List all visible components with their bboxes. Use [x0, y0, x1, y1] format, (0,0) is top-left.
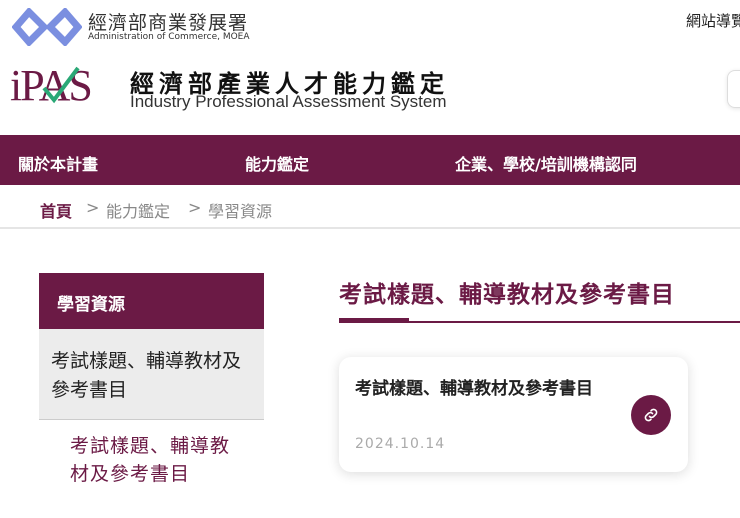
card-title[interactable]: 考試樣題、輔導教材及參考書目	[355, 376, 615, 403]
nav-about[interactable]: 關於本計畫	[18, 151, 98, 175]
link-button[interactable]	[631, 395, 671, 435]
sidebar-subitem[interactable]: 考試樣題、輔導教材及參考書目	[70, 432, 240, 488]
breadcrumb-separator: >	[188, 198, 202, 217]
check-icon	[42, 66, 80, 104]
nav-endorsement[interactable]: 企業、學校/培訓機構認同	[455, 151, 637, 175]
system-subtitle: Industry Professional Assessment System	[130, 92, 447, 111]
card-date: 2024.10.14	[355, 436, 446, 452]
breadcrumb-assessment[interactable]: 能力鑑定	[106, 198, 170, 222]
breadcrumb-separator: >	[86, 198, 100, 217]
breadcrumb: 首頁 > 能力鑑定 > 學習資源	[0, 185, 740, 229]
breadcrumb-home[interactable]: 首頁	[40, 198, 72, 222]
sidebar-item[interactable]: 考試樣題、輔導教材及參考書目	[39, 329, 264, 420]
page-title: 考試樣題、輔導教材及參考書目	[339, 282, 675, 308]
breadcrumb-current: 學習資源	[208, 202, 273, 221]
sidebar-heading: 學習資源	[39, 273, 264, 329]
title-accent	[339, 318, 409, 323]
nav-assessment[interactable]: 能力鑑定	[245, 151, 309, 175]
main-nav: 關於本計畫 能力鑑定 企業、學校/培訓機構認同	[0, 135, 740, 185]
sitemap-link[interactable]: 網站導覽	[686, 10, 740, 31]
link-icon	[644, 408, 658, 422]
agency-name-en: Administration of Commerce, MOEA	[88, 32, 250, 42]
agency-name[interactable]: 經濟部商業發展署	[88, 8, 248, 35]
moea-logo-icon[interactable]	[12, 8, 82, 46]
resource-card[interactable]: 考試樣題、輔導教材及參考書目 2024.10.14	[339, 357, 688, 472]
search-input[interactable]	[727, 70, 740, 108]
